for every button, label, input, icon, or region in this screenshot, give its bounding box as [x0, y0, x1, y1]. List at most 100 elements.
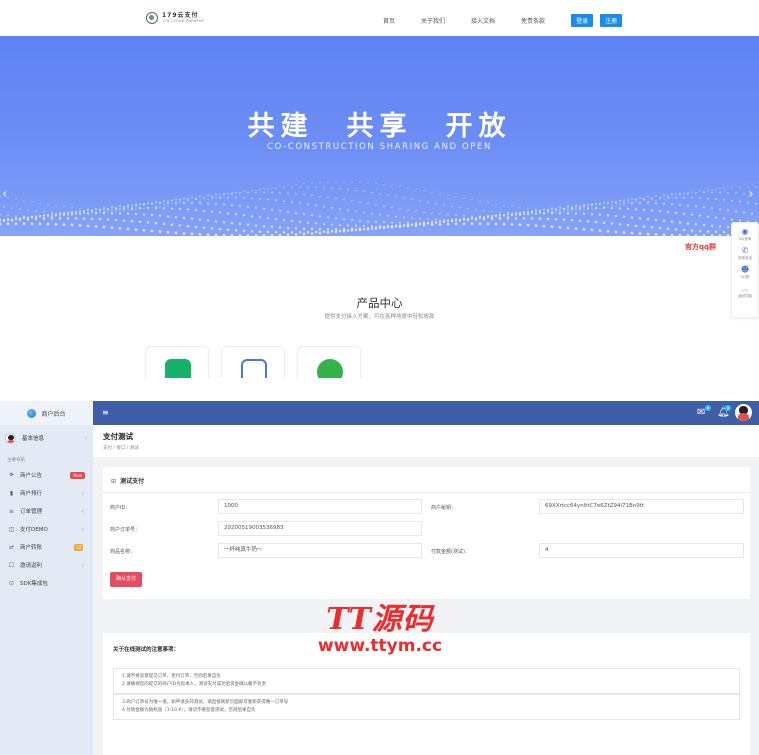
product-center-title: 产品中心: [356, 296, 403, 310]
product-center-subtitle: 提供支付接入方案，可在各种场景中轻松收款: [324, 314, 435, 320]
qq-icon: ◉: [741, 227, 749, 236]
list-icon: ≡: [8, 507, 15, 515]
float-phone[interactable]: ✆ 咨询电话: [738, 247, 752, 261]
float-label: 咨询电话: [738, 256, 752, 260]
sidebar-item-label: 邀请返利: [20, 563, 43, 569]
watermark-logo: TT源码: [326, 602, 434, 637]
hero-title: 共建 共享 开放: [247, 111, 512, 142]
chevron-left-icon: ‹: [81, 489, 84, 497]
card-header-icon: ⊞: [111, 478, 117, 485]
product-card-1[interactable]: [145, 346, 209, 378]
pay-icon: ◫: [8, 525, 15, 533]
admin-topbar: ≡ ✉ 0 🔔︎ 1: [93, 401, 759, 425]
user-label: 基本信息: [22, 436, 45, 442]
sidebar-item-label: 订单管理: [20, 509, 43, 515]
amount-field[interactable]: 4: [539, 543, 744, 558]
download-icon: ⊙: [8, 579, 15, 587]
sidebar-user[interactable]: 基本信息 ›: [0, 425, 93, 451]
float-label: 返回顶部: [738, 294, 752, 298]
sidebar-item-orders[interactable]: ≡ 订单管理 ‹: [0, 502, 93, 520]
amount-label: 付款金额(测试)：: [431, 549, 470, 555]
carousel-next-icon[interactable]: ›: [748, 186, 754, 202]
product-card-3[interactable]: [297, 346, 361, 378]
sidebar-item-label: 商户转账: [20, 545, 43, 551]
sidebar: 商户后台 基本信息 › 主要导航 🕪 商户公告 New ▮ 商户排行 ‹ ≡ 订…: [0, 401, 93, 755]
sidebar-item-label: 商户公告: [20, 473, 43, 479]
merchant-key-label: 商户秘钥：: [431, 505, 457, 511]
card-header: ⊞ 测试支付: [103, 467, 750, 493]
float-qq-group[interactable]: ☻ QQ群: [740, 266, 749, 280]
nav-about[interactable]: 关于我们: [421, 16, 445, 25]
watermark: TT源码 www.ttym.cc: [300, 602, 460, 656]
sidebar-item-sdk[interactable]: ⊙ SDK集成包: [0, 574, 93, 592]
order-no-field[interactable]: 20200519003536983: [218, 521, 422, 536]
bell-count-badge: 1: [725, 405, 731, 411]
floating-contact-bar: ◉ QQ咨询 ✆ 咨询电话 ☻ QQ群 ︿ 返回顶部: [731, 222, 759, 318]
chevron-left-icon: ‹: [81, 525, 84, 533]
notice-title: 关于在线测试的注意事项：: [113, 647, 180, 653]
card-title: 测试支付: [120, 478, 145, 485]
order-no-label: 商户订单号：: [110, 527, 141, 533]
confirm-pay-button[interactable]: 确认支付: [110, 572, 143, 587]
page-header: 支付测试 支付 / 接口 / 测试: [93, 425, 759, 457]
menu-toggle-icon[interactable]: ≡: [102, 408, 109, 417]
product-name-field[interactable]: 一杯纯真牛奶～: [218, 543, 422, 558]
back-to-top-icon: ︿: [741, 284, 749, 293]
logo-en-text: 179 CLOUD PAYMENT: [162, 18, 205, 23]
qq-group-tip[interactable]: 官方qq群: [685, 242, 716, 252]
new-badge: New: [70, 471, 85, 479]
sidebar-item-announcement[interactable]: 🕪 商户公告 New: [0, 466, 93, 484]
mail-count-badge: 0: [705, 405, 711, 411]
carousel-prev-icon[interactable]: ‹: [2, 186, 8, 202]
sidebar-item-label: SDK集成包: [20, 581, 48, 587]
notice-line: 1.请不要恶意提交订单、拒付订单，否则后果自负: [122, 674, 221, 679]
merchant-key-field[interactable]: 69XXrtcc64ynlttC7e6ZtZ94i71Bn9tt: [539, 499, 744, 514]
float-qq-consult[interactable]: ◉ QQ咨询: [739, 228, 752, 242]
product-name-label: 商品名称：: [110, 549, 136, 555]
particle-wave-graphic: [0, 181, 758, 236]
nav-home[interactable]: 首页: [383, 16, 395, 25]
user-avatar[interactable]: [735, 404, 752, 421]
sidebar-item-pay-demo[interactable]: ◫ 支付DEMO ‹: [0, 520, 93, 538]
shield-pay-icon: [165, 359, 191, 378]
website-homepage: 179云支付 179 CLOUD PAYMENT 首页 关于我们 接入文档 免责…: [0, 0, 759, 378]
document-icon: [241, 359, 267, 378]
register-button[interactable]: 注册: [600, 14, 623, 27]
phone-icon: ✆: [741, 246, 749, 255]
notice-line: 4.付款金额为随机值（1-10 ¥），请切不要恶意测试，否则后果自负: [122, 708, 256, 713]
watermark-url: www.ttym.cc: [317, 636, 443, 656]
float-label: QQ咨询: [738, 237, 752, 241]
notice-box-1: 1.请不要恶意提交订单、拒付订单，否则后果自负 2.请确保您的提交的商户ID为您…: [113, 668, 740, 694]
merchant-id-field[interactable]: 1000: [218, 499, 422, 514]
site-header: 179云支付 179 CLOUD PAYMENT 首页 关于我们 接入文档 免责…: [0, 0, 759, 36]
page-title: 支付测试: [103, 432, 133, 441]
brand-label: 商户后台: [41, 410, 66, 418]
count-badge: 10: [73, 543, 83, 551]
hero-subtitle: CO-CONSTRUCTION SHARING AND OPEN: [267, 142, 492, 152]
transfer-icon: ⇄: [8, 543, 15, 551]
bar-chart-icon: ▮: [9, 489, 14, 497]
invite-icon: ☐: [8, 561, 15, 569]
sidebar-item-invite[interactable]: ☐ 邀请返利 ‹: [0, 556, 93, 574]
merchant-admin: 商户后台 基本信息 › 主要导航 🕪 商户公告 New ▮ 商户排行 ‹ ≡ 订…: [0, 401, 759, 755]
product-card-2[interactable]: [221, 346, 285, 378]
sidebar-item-label: 支付DEMO: [20, 527, 48, 533]
test-pay-card: ⊞ 测试支付 商户ID： 1000 商户秘钥： 69XXrtcc64ynlttC…: [103, 467, 750, 599]
sidebar-section-title: 主要导航: [7, 458, 25, 463]
logo-mark-icon: [146, 12, 158, 24]
globe-icon: [27, 408, 37, 418]
nav-docs[interactable]: 接入文档: [471, 16, 495, 25]
chevron-right-icon: ›: [85, 435, 87, 441]
float-back-to-top[interactable]: ︿ 返回顶部: [738, 285, 752, 299]
login-button[interactable]: 登录: [571, 14, 594, 27]
site-logo[interactable]: 179云支付 179 CLOUD PAYMENT: [146, 12, 204, 24]
chevron-left-icon: ‹: [81, 507, 84, 515]
sidebar-brand[interactable]: 商户后台: [0, 401, 93, 425]
sidebar-item-transfer[interactable]: ⇄ 商户转账 10: [0, 538, 93, 556]
sidebar-item-ranking[interactable]: ▮ 商户排行 ‹: [0, 484, 93, 502]
notice-line: 3.商户订单号为唯一值，如申请多开测试，请直接刷新页面即可重新获得唯一订单号: [122, 700, 289, 705]
notice-line: 2.请确保您的提交的商户ID为您本人，测试支付成功后资金确认概不负责: [122, 682, 267, 687]
float-label: QQ群: [740, 275, 750, 279]
qq-group-icon: ☻: [740, 265, 750, 274]
nav-disclaimer[interactable]: 免责条款: [521, 16, 545, 25]
